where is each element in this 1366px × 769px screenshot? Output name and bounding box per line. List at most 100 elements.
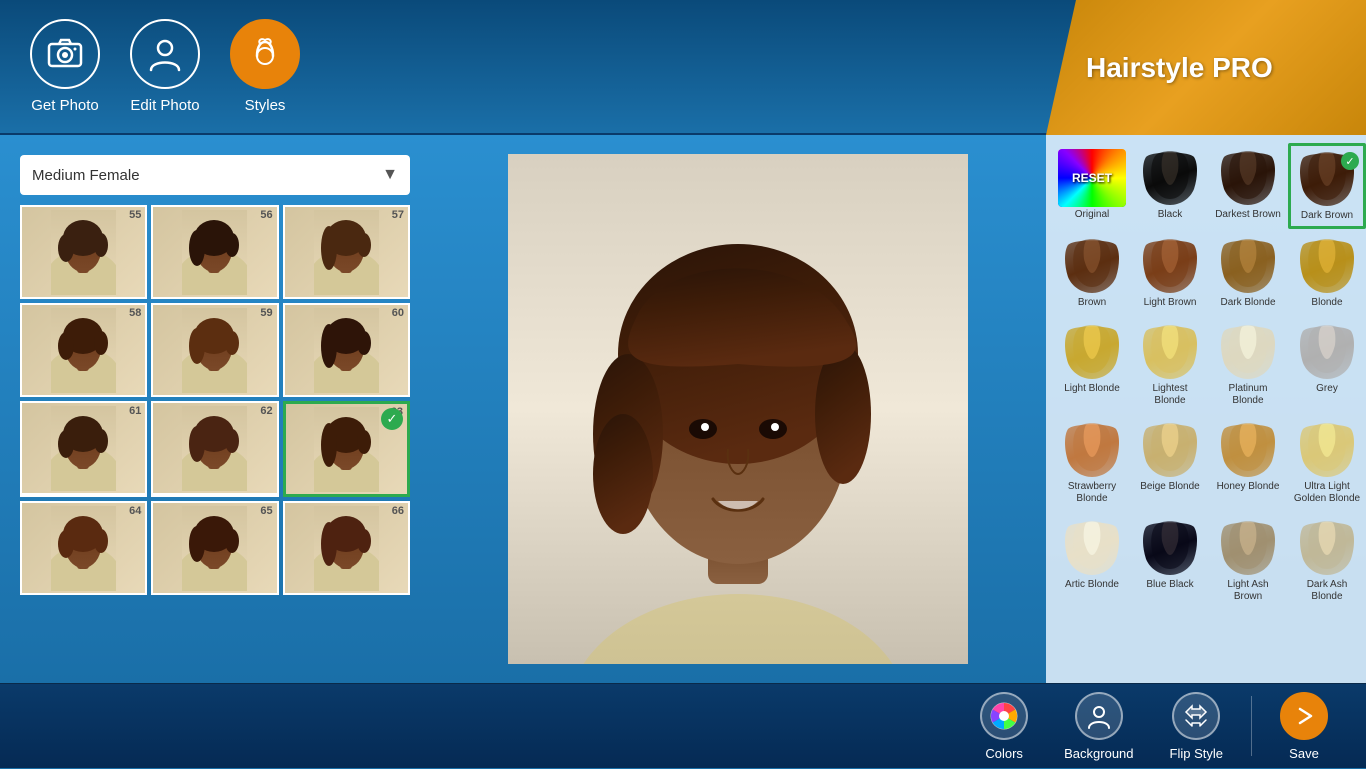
color-label-grey: Grey [1316, 383, 1338, 395]
style-item-55[interactable]: 55 [20, 205, 147, 299]
nav-edit-photo[interactable]: Edit Photo [130, 19, 200, 114]
style-number: 64 [129, 505, 141, 517]
person-background-icon [1085, 702, 1113, 730]
style-item-58[interactable]: 58 [20, 303, 147, 397]
black-color-swatch [1136, 149, 1204, 207]
color-item-reset[interactable]: RESET Original [1054, 143, 1130, 229]
color-label-strawberry-blonde: Strawberry Blonde [1058, 481, 1126, 505]
color-item-beige-blonde[interactable]: Beige Blonde [1132, 415, 1208, 511]
dark-ash-blonde-color-swatch [1293, 519, 1361, 577]
color-item-grey[interactable]: Grey [1288, 317, 1366, 413]
color-item-artic-blonde[interactable]: Artic Blonde [1054, 513, 1130, 609]
color-item-light-ash-brown[interactable]: Light Ash Brown [1210, 513, 1286, 609]
color-label-light-ash-brown: Light Ash Brown [1214, 579, 1282, 603]
logo-banner: Hairstyle PRO [1046, 0, 1366, 135]
color-item-strawberry-blonde[interactable]: Strawberry Blonde [1054, 415, 1130, 511]
color-label-blue-black: Blue Black [1146, 579, 1193, 591]
style-thumbnail-svg [51, 210, 116, 295]
style-number: 59 [260, 307, 272, 319]
color-label-black: Black [1158, 209, 1182, 221]
color-item-dark-brown[interactable]: ✓ Dark Bro [1288, 143, 1366, 229]
color-item-blonde[interactable]: Blonde [1288, 231, 1366, 315]
style-number: 57 [392, 209, 404, 221]
style-item-62[interactable]: 62 [151, 401, 278, 497]
style-item-63[interactable]: 63 ✓ [283, 401, 410, 497]
style-thumbnail-svg [314, 308, 379, 393]
nav-styles[interactable]: Styles [230, 19, 300, 114]
style-thumbnail-svg [51, 308, 116, 393]
style-item-65[interactable]: 65 [151, 501, 278, 595]
nav-get-photo[interactable]: Get Photo [30, 19, 100, 114]
color-item-light-blonde[interactable]: Light Blonde [1054, 317, 1130, 413]
save-label: Save [1289, 746, 1319, 761]
colors-button[interactable]: Colors [962, 684, 1046, 769]
darkest-brown-color-swatch [1214, 149, 1282, 207]
strawberry-blonde-color-swatch [1058, 421, 1126, 479]
artic-blonde-color-swatch [1058, 519, 1126, 577]
style-item-59[interactable]: 59 [151, 303, 278, 397]
style-item-60[interactable]: 60 [283, 303, 410, 397]
color-item-lightest-blonde[interactable]: Lightest Blonde [1132, 317, 1208, 413]
color-label-honey-blonde: Honey Blonde [1217, 481, 1280, 493]
beige-blonde-color-swatch [1136, 421, 1204, 479]
style-item-61[interactable]: 61 [20, 401, 147, 497]
hair-color-grid: RESET Original [1054, 143, 1358, 609]
dark-blonde-color-swatch [1214, 237, 1282, 295]
style-item-57[interactable]: 57 [283, 205, 410, 299]
save-button[interactable]: Save [1262, 684, 1346, 769]
hair-icon [247, 36, 283, 72]
style-item-64[interactable]: 64 [20, 501, 147, 595]
grey-color-swatch [1293, 323, 1361, 381]
dropdown-value: Medium Female [32, 167, 140, 184]
colors-right-panel: RESET Original [1046, 135, 1366, 683]
color-item-dark-blonde[interactable]: Dark Blonde [1210, 231, 1286, 315]
style-thumbnail-svg [182, 506, 247, 591]
save-icon [1280, 692, 1328, 740]
app-header: Get Photo Edit Photo Styles [0, 0, 1366, 135]
background-icon [1075, 692, 1123, 740]
style-thumbnail-svg [51, 406, 116, 491]
color-item-blue-black[interactable]: Blue Black [1132, 513, 1208, 609]
colors-icon [980, 692, 1028, 740]
color-item-brown[interactable]: Brown [1054, 231, 1130, 315]
style-number: 60 [392, 307, 404, 319]
color-item-light-brown[interactable]: Light Brown [1132, 231, 1208, 315]
color-label-beige-blonde: Beige Blonde [1140, 481, 1200, 493]
style-thumbnails-grid: 55 [20, 205, 410, 595]
color-label-dark-blonde: Dark Blonde [1220, 297, 1275, 309]
color-item-ultra-light-golden-blonde[interactable]: Ultra Light Golden Blonde [1288, 415, 1366, 511]
color-wheel-icon [990, 702, 1018, 730]
blue-black-color-swatch [1136, 519, 1204, 577]
dropdown-chevron-icon: ▼ [382, 166, 398, 184]
brown-color-swatch [1058, 237, 1126, 295]
style-thumbnail-svg [314, 407, 379, 492]
color-label-reset: Original [1075, 209, 1109, 221]
flip-style-button[interactable]: Flip Style [1152, 684, 1241, 769]
color-item-darkest-brown[interactable]: Darkest Brown [1210, 143, 1286, 229]
color-item-platinum-blonde[interactable]: Platinum Blonde [1210, 317, 1286, 413]
color-label-light-blonde: Light Blonde [1064, 383, 1120, 395]
person-preview-svg [508, 154, 968, 664]
style-number: 66 [392, 505, 404, 517]
color-item-dark-ash-blonde[interactable]: Dark Ash Blonde [1288, 513, 1366, 609]
background-button[interactable]: Background [1046, 684, 1151, 769]
style-item-56[interactable]: 56 [151, 205, 278, 299]
reset-label: RESET [1072, 171, 1112, 185]
style-thumbnail-svg [182, 210, 247, 295]
color-label-light-brown: Light Brown [1144, 297, 1197, 309]
photo-preview-panel [430, 135, 1046, 683]
color-item-black[interactable]: Black [1132, 143, 1208, 229]
style-category-dropdown[interactable]: Medium Female ▼ [20, 155, 410, 195]
color-label-platinum-blonde: Platinum Blonde [1214, 383, 1282, 407]
style-item-66[interactable]: 66 [283, 501, 410, 595]
honey-blonde-color-swatch [1214, 421, 1282, 479]
color-item-honey-blonde[interactable]: Honey Blonde [1210, 415, 1286, 511]
main-content-area: Medium Female ▼ 55 [0, 135, 1366, 683]
style-number: 65 [260, 505, 272, 517]
colors-label: Colors [985, 746, 1023, 761]
style-thumbnail-svg [314, 210, 379, 295]
light-blonde-color-swatch [1058, 323, 1126, 381]
ultra-light-golden-blonde-color-swatch [1293, 421, 1361, 479]
background-label: Background [1064, 746, 1133, 761]
arrow-right-icon [1290, 702, 1318, 730]
